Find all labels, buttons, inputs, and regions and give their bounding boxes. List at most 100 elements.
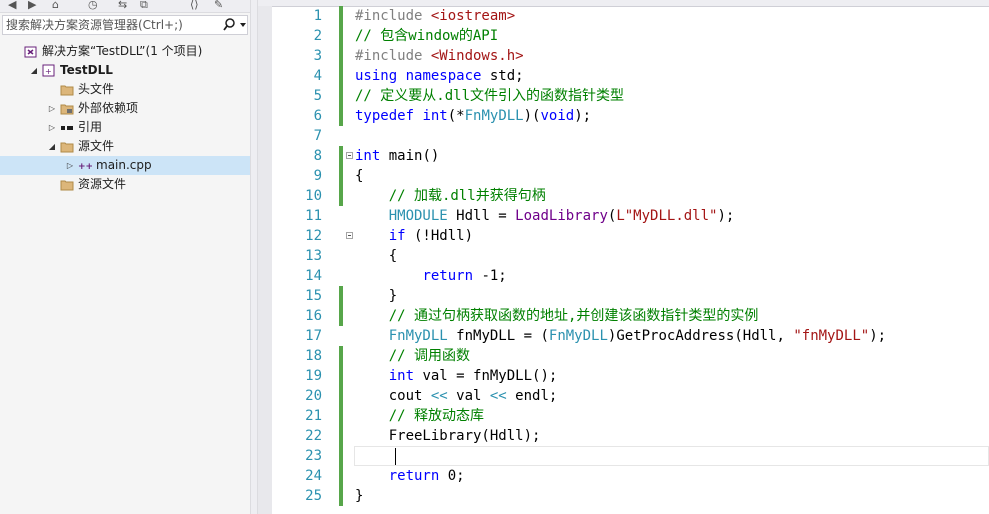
code-line[interactable]: { xyxy=(355,246,397,266)
expanded-arrow-icon[interactable]: ◢ xyxy=(47,137,57,156)
toolbar-button-3[interactable]: ◷ xyxy=(88,0,98,12)
tree-item[interactable]: ▷ 外部依赖项 xyxy=(0,99,250,118)
code-token: FnMyDLL xyxy=(388,328,448,344)
code-token: fnMyDLL = ( xyxy=(447,328,549,344)
code-line[interactable]: int main() xyxy=(355,146,439,166)
code-token: int xyxy=(355,148,381,164)
code-token: -1; xyxy=(473,268,507,284)
code-line[interactable]: using namespace std; xyxy=(355,66,524,86)
code-line[interactable]: return -1; xyxy=(355,266,507,286)
tree-item[interactable]: 资源文件 xyxy=(0,175,250,194)
expanded-arrow-icon[interactable]: ◢ xyxy=(29,61,39,80)
toolbar-button-0[interactable]: ◀ xyxy=(8,0,16,12)
code-line[interactable]: FnMyDLL fnMyDLL = (FnMyDLL)GetProcAddres… xyxy=(355,326,886,346)
toolbar-button-5[interactable]: ⧉ xyxy=(140,0,148,12)
toolbar-button-7[interactable]: ✎ xyxy=(214,0,223,12)
collapsed-arrow-icon[interactable]: ▷ xyxy=(47,118,57,137)
line-number: 3 xyxy=(313,48,322,64)
change-marker xyxy=(339,306,343,326)
code-line[interactable]: HMODULE Hdll = LoadLibrary(L"MyDLL.dll")… xyxy=(355,206,735,226)
code-token: )GetProcAddress(Hdll, xyxy=(607,328,794,344)
search-input[interactable] xyxy=(6,17,212,33)
code-line[interactable]: // 调用函数 xyxy=(355,346,470,366)
cpp-file-icon: ++ xyxy=(78,159,93,172)
panel-splitter[interactable] xyxy=(250,0,258,514)
code-token: ); xyxy=(574,108,592,124)
tree-item[interactable]: ▷ ++ main.cpp xyxy=(0,156,250,175)
toolbar-button-6[interactable]: ⟨⟩ xyxy=(190,0,199,12)
code-line[interactable]: } xyxy=(355,286,397,306)
change-marker xyxy=(339,6,343,26)
code-token: "fnMyDLL" xyxy=(793,328,870,344)
project-icon-glyph: + xyxy=(42,64,55,77)
code-line[interactable]: FreeLibrary(Hdll); xyxy=(355,426,541,446)
code-token: { xyxy=(355,248,398,264)
code-token: void xyxy=(540,108,575,124)
search-box[interactable] xyxy=(2,15,248,35)
change-marker xyxy=(339,346,343,366)
code-line[interactable]: if (!Hdll) xyxy=(355,226,473,246)
references-icon-glyph xyxy=(61,126,73,130)
code-line[interactable]: // 释放动态库 xyxy=(355,406,484,426)
tree-item[interactable]: ◢ + TestDLL xyxy=(0,61,250,80)
change-marker xyxy=(339,286,343,306)
code-line[interactable]: typedef int(*FnMyDLL)(void); xyxy=(355,106,591,126)
code-token: FreeLibrary(Hdll); xyxy=(355,428,541,444)
code-line[interactable]: // 包含window的API xyxy=(355,26,498,46)
code-token: return xyxy=(388,468,440,484)
code-token: ); xyxy=(717,208,735,224)
code-line[interactable]: // 通过句柄获取函数的地址,并创建该函数指针类型的实例 xyxy=(355,306,759,326)
editor-indicator-margin xyxy=(258,6,272,514)
code-line[interactable]: #include <Windows.h> xyxy=(355,46,524,66)
tree-item[interactable]: 头文件 xyxy=(0,80,250,99)
code-line[interactable]: int val = fnMyDLL(); xyxy=(355,366,558,386)
toolbar-button-4[interactable]: ⇆ xyxy=(118,0,127,12)
tree-item[interactable]: 解决方案“TestDLL”(1 个项目) xyxy=(0,42,250,61)
collapsed-arrow-icon[interactable]: ▷ xyxy=(65,156,75,175)
line-number: 24 xyxy=(305,468,322,484)
folder-icon xyxy=(60,178,74,191)
code-line[interactable]: return 0; xyxy=(355,466,465,486)
code-line[interactable]: { xyxy=(355,166,363,186)
line-number: 15 xyxy=(305,288,322,304)
code-line[interactable]: // 定义要从.dll文件引入的函数指针类型 xyxy=(355,86,624,106)
code-token: <iostream> xyxy=(430,8,516,24)
code-token: (* xyxy=(447,108,465,124)
line-number: 19 xyxy=(305,368,322,384)
fold-toggle-icon[interactable] xyxy=(346,232,353,239)
change-marker xyxy=(339,366,343,386)
tree-item[interactable]: ◢ 源文件 xyxy=(0,137,250,156)
code-editor[interactable]: 1 #include <iostream> 2 // 包含window的API 3 #in… xyxy=(258,0,989,514)
code-token: val xyxy=(447,388,490,404)
toolbar-button-2[interactable]: ⌂ xyxy=(52,0,59,12)
code-token: } xyxy=(355,288,398,304)
folder-icon xyxy=(60,83,74,96)
search-icon[interactable] xyxy=(217,17,247,33)
line-number: 13 xyxy=(305,248,322,264)
code-line[interactable]: } xyxy=(355,486,363,506)
line-number: 14 xyxy=(305,268,322,284)
line-number: 18 xyxy=(305,348,322,364)
line-number: 10 xyxy=(305,188,322,204)
code-line[interactable]: cout << val << endl; xyxy=(355,386,558,406)
folder-icon-glyph xyxy=(60,142,74,153)
code-line[interactable]: #include <iostream> xyxy=(355,6,515,26)
folder-icon xyxy=(60,140,74,153)
code-token: FnMyDLL xyxy=(548,328,608,344)
solution-explorer-toolbar: ◀ ▶ ⌂ ◷ ⇆ ⧉ ⟨⟩ ✎ xyxy=(0,0,250,13)
collapsed-arrow-icon[interactable]: ▷ xyxy=(47,99,57,118)
change-marker xyxy=(339,106,343,126)
toolbar-button-1[interactable]: ▶ xyxy=(28,0,36,12)
code-token: <Windows.h> xyxy=(430,48,524,64)
line-number: 6 xyxy=(313,108,322,124)
tree-item[interactable]: ▷ 引用 xyxy=(0,118,250,137)
code-line[interactable]: // 加载.dll并获得句柄 xyxy=(355,186,546,206)
code-token: HMODULE xyxy=(388,208,448,224)
code-token: { xyxy=(355,168,364,184)
fold-toggle-icon[interactable] xyxy=(346,152,353,159)
code-token: // 定义要从.dll文件引入的函数指针类型 xyxy=(355,88,625,104)
